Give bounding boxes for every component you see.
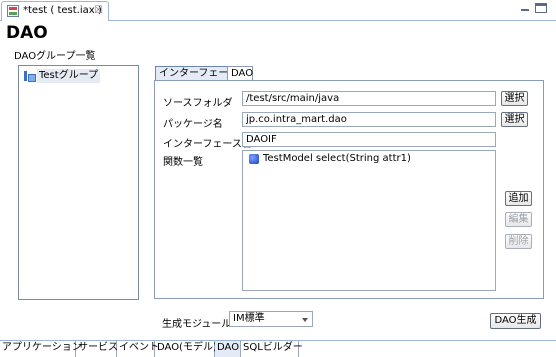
select-package-button[interactable]: 選択 (501, 112, 528, 127)
dao-group-tree[interactable]: Testグループ (18, 65, 139, 300)
function-list[interactable]: TestModel select(String attr1) (242, 150, 496, 291)
editor-tab-title: *test ( test.iax ) (23, 5, 102, 16)
tab-dao[interactable]: DAO (227, 66, 253, 81)
function-list-label: 関数一覧 (163, 157, 203, 168)
minimize-icon[interactable] (519, 3, 531, 13)
method-cube-icon (249, 154, 259, 164)
tab-interface[interactable]: インターフェース (155, 66, 238, 81)
interface-name-label: インターフェース名 (163, 139, 252, 150)
chevron-down-icon[interactable] (302, 318, 308, 322)
page-tab-bar: アプリケーション サービス イベント DAO(モデル) DAO SQLビルダー (0, 340, 556, 357)
interface-name-field[interactable]: DAOIF (242, 132, 496, 147)
editor-tab-bar: *test ( test.iax ) ☒ (0, 0, 556, 21)
tab-service[interactable]: サービス (76, 341, 118, 357)
tree-item-label: Testグループ (37, 69, 101, 83)
maximize-icon[interactable] (535, 3, 547, 13)
group-icon (23, 70, 36, 82)
tab-dao[interactable]: DAO (215, 341, 241, 357)
function-label: TestModel select(String attr1) (263, 153, 411, 164)
tab-application[interactable]: アプリケーション (0, 341, 82, 357)
select-source-folder-button[interactable]: 選択 (501, 91, 528, 106)
tab-dao-model[interactable]: DAO(モデル) (155, 341, 217, 357)
tab-sql-builder[interactable]: SQLビルダー (241, 341, 303, 357)
module-select-value: IM標準 (233, 313, 265, 324)
tab-event[interactable]: イベント (117, 341, 159, 357)
editor-tab[interactable]: *test ( test.iax ) ☒ (1, 1, 109, 21)
edit-button[interactable]: 編集 (505, 212, 532, 227)
module-label: 生成モジュール (162, 319, 232, 330)
source-folder-field[interactable]: /test/src/main/java (242, 91, 496, 106)
page-title: DAO (6, 23, 48, 43)
package-label: パッケージ名 (163, 119, 223, 130)
package-field[interactable]: jp.co.intra_mart.dao (242, 112, 496, 127)
app-file-icon (7, 5, 19, 17)
close-icon[interactable]: ☒ (94, 5, 103, 16)
dao-generate-button[interactable]: DAO生成 (490, 313, 541, 329)
delete-button[interactable]: 削除 (505, 234, 532, 249)
module-select[interactable]: IM標準 (229, 311, 313, 327)
source-folder-label: ソースフォルダ (163, 98, 233, 109)
add-button[interactable]: 追加 (505, 191, 532, 206)
group-list-label: DAOグループ一覧 (14, 51, 96, 62)
